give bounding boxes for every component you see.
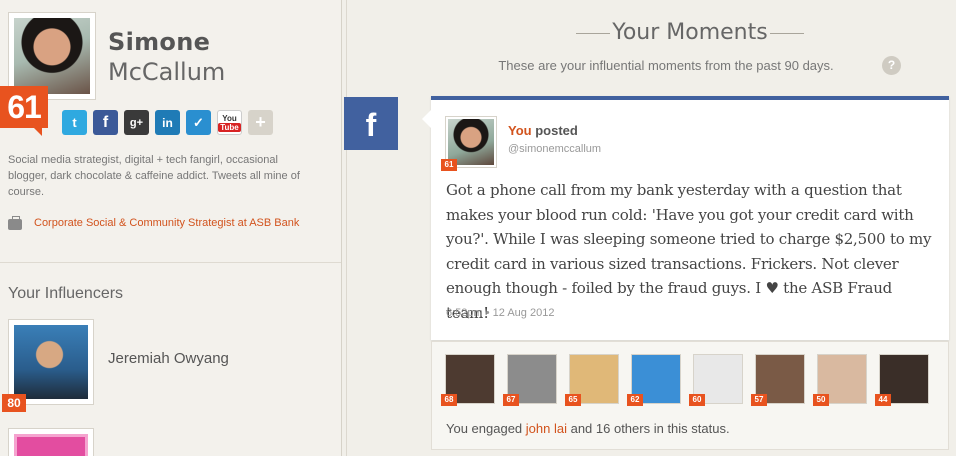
engaged-user[interactable]: 67 <box>503 354 557 406</box>
engaged-user[interactable]: 68 <box>441 354 495 406</box>
job-link[interactable]: Corporate Social & Community Strategist … <box>34 216 299 231</box>
help-icon[interactable]: ? <box>882 56 901 75</box>
facebook-icon[interactable]: f <box>93 110 118 135</box>
engaged-user-link[interactable]: john lai <box>526 421 567 436</box>
card-pointer <box>422 110 431 128</box>
youtube-icon[interactable]: You Tube <box>217 110 242 135</box>
profile-bio: Social media strategist, digital + tech … <box>8 154 300 198</box>
social-networks: t f g+ in ✓ You Tube + <box>62 110 273 135</box>
influencer-photo <box>14 325 88 399</box>
youtube-tube-label: Tube <box>218 122 241 132</box>
engaged-user[interactable]: 60 <box>689 354 743 406</box>
facebook-source-icon: f <box>344 97 398 150</box>
section-divider <box>0 262 341 263</box>
influencer-photo-2 <box>14 434 88 456</box>
column-divider <box>346 0 347 456</box>
foursquare-icon[interactable]: ✓ <box>186 110 211 135</box>
title-flourish-right <box>770 33 804 39</box>
post-timestamp: 6:52pm • 12 Aug 2012 <box>446 307 555 319</box>
profile-last-name: McCallum <box>108 58 226 86</box>
profile-job: Corporate Social & Community Strategist … <box>8 216 328 231</box>
post-author-score: 61 <box>441 159 457 171</box>
profile-photo <box>14 18 90 94</box>
add-network-button[interactable]: + <box>248 110 273 135</box>
linkedin-icon[interactable]: in <box>155 110 180 135</box>
profile-first-name: Simone <box>108 28 211 56</box>
engagement-prefix: You engaged <box>446 421 526 436</box>
briefcase-icon <box>8 216 22 230</box>
influencer-score-badge: 80 <box>2 394 26 412</box>
engagement-summary: You engaged john lai and 16 others in th… <box>446 421 730 436</box>
engaged-user-score: 50 <box>813 394 829 406</box>
engaged-user[interactable]: 57 <box>751 354 805 406</box>
engaged-user-score: 62 <box>627 394 643 406</box>
post-action: posted <box>531 123 578 138</box>
twitter-icon[interactable]: t <box>62 110 87 135</box>
engaged-user-score: 65 <box>565 394 581 406</box>
google-plus-icon[interactable]: g+ <box>124 110 149 135</box>
profile-sidebar: 61 Simone McCallum t f g+ in ✓ You Tube … <box>0 0 342 456</box>
klout-score-badge: 61 <box>0 86 48 136</box>
post-author-line: You posted <box>508 123 578 138</box>
engaged-user[interactable]: 65 <box>565 354 619 406</box>
engaged-user-score: 44 <box>875 394 891 406</box>
engaged-user[interactable]: 44 <box>875 354 929 406</box>
post-text: Got a phone call from my bank yesterday … <box>446 181 932 322</box>
influencer-avatar-2[interactable] <box>8 428 94 456</box>
engaged-users: 68 67 65 62 60 57 50 44 <box>441 354 929 406</box>
youtube-label: You <box>222 113 237 123</box>
engaged-user-score: 57 <box>751 394 767 406</box>
post-handle: @simonemccallum <box>508 143 602 155</box>
influencer-name[interactable]: Jeremiah Owyang <box>108 350 229 367</box>
engaged-user-score: 60 <box>689 394 705 406</box>
influencer-avatar[interactable] <box>8 319 94 405</box>
engaged-user[interactable]: 50 <box>813 354 867 406</box>
engagement-suffix: and 16 others in this status. <box>566 421 730 436</box>
influencers-title: Your Influencers <box>8 285 124 302</box>
moments-subtitle: These are your influential moments from … <box>498 58 834 73</box>
engaged-user-score: 68 <box>441 394 457 406</box>
post-author[interactable]: You <box>508 123 532 138</box>
engaged-user-score: 67 <box>503 394 519 406</box>
engaged-user[interactable]: 62 <box>627 354 681 406</box>
